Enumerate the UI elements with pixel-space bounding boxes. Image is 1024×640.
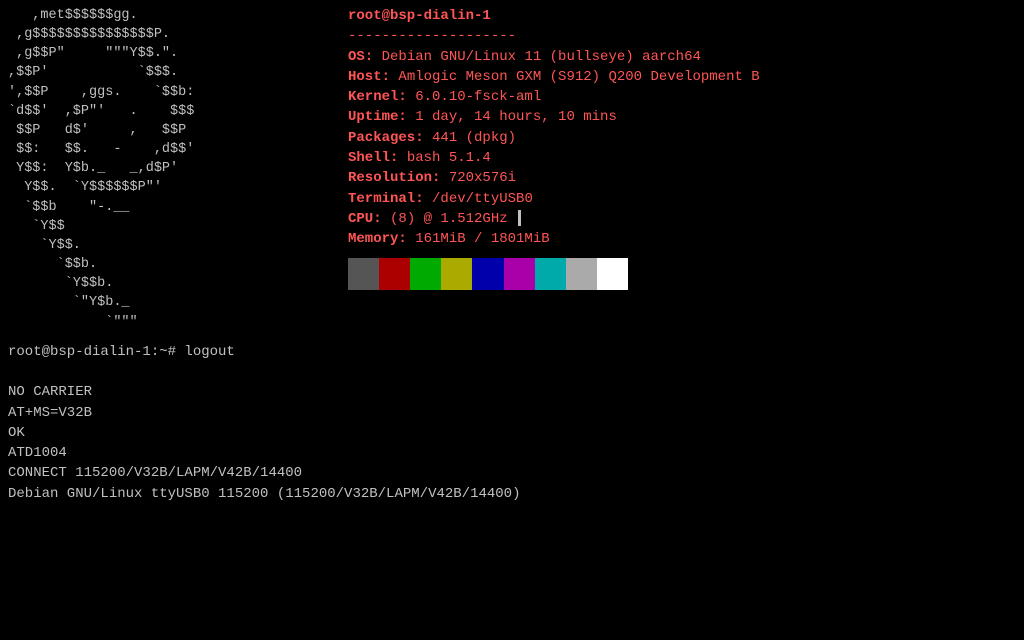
cpu-label: CPU: (348, 211, 382, 227)
uptime-label: Uptime: (348, 109, 407, 125)
terminal-value: /dev/ttyUSB0 (424, 191, 533, 207)
shell-value: bash 5.1.4 (398, 150, 490, 166)
terminal-output-line: ATD1004 (8, 443, 1016, 463)
color-swatch (441, 258, 472, 290)
packages-label: Packages: (348, 130, 424, 146)
color-bar (348, 258, 628, 290)
terminal-label: Terminal: (348, 191, 424, 207)
hostname: root@bsp-dialin-1 (348, 8, 491, 24)
terminal-output-line: root@bsp-dialin-1:~# logout (8, 342, 1016, 362)
bottom-section: root@bsp-dialin-1:~# logout NO CARRIERAT… (8, 342, 1016, 504)
host-value: Amlogic Meson GXM (S912) Q200 Developmen… (390, 69, 760, 85)
hostname-line: root@bsp-dialin-1 (348, 6, 760, 26)
color-swatch (566, 258, 597, 290)
terminal-output-line (8, 362, 1016, 382)
terminal-output-line: CONNECT 115200/V32B/LAPM/V42B/14400 (8, 463, 1016, 483)
separator-line: -------------------- (348, 26, 760, 46)
separator: -------------------- (348, 28, 516, 44)
resolution-line: Resolution: 720x576i (348, 168, 760, 188)
resolution-label: Resolution: (348, 170, 440, 186)
packages-value: 441 (dpkg) (424, 130, 516, 146)
terminal-output-line: Debian GNU/Linux ttyUSB0 115200 (115200/… (8, 484, 1016, 504)
ascii-art: ,met$$$$$$gg. ,g$$$$$$$$$$$$$$$P. ,g$$P"… (8, 4, 328, 332)
color-swatch (535, 258, 566, 290)
cpu-line: CPU: (8) @ 1.512GHz (348, 209, 760, 229)
terminal-output-line: NO CARRIER (8, 382, 1016, 402)
shell-label: Shell: (348, 150, 398, 166)
text-cursor (518, 210, 521, 226)
shell-line: Shell: bash 5.1.4 (348, 148, 760, 168)
os-value: Debian GNU/Linux 11 (bullseye) aarch64 (373, 49, 701, 65)
color-swatch (348, 258, 379, 290)
terminal-line: Terminal: /dev/ttyUSB0 (348, 189, 760, 209)
memory-value: 161MiB / 1801MiB (407, 231, 550, 247)
uptime-value: 1 day, 14 hours, 10 mins (407, 109, 617, 125)
color-swatch (504, 258, 535, 290)
memory-label: Memory: (348, 231, 407, 247)
resolution-value: 720x576i (440, 170, 516, 186)
kernel-value: 6.0.10-fsck-aml (407, 89, 541, 105)
terminal-window: ,met$$$$$$gg. ,g$$$$$$$$$$$$$$$P. ,g$$P"… (8, 4, 1016, 636)
kernel-label: Kernel: (348, 89, 407, 105)
memory-line: Memory: 161MiB / 1801MiB (348, 229, 760, 249)
color-swatch (379, 258, 410, 290)
terminal-output-line: OK (8, 423, 1016, 443)
color-swatch (472, 258, 503, 290)
top-section: ,met$$$$$$gg. ,g$$$$$$$$$$$$$$$P. ,g$$P"… (8, 4, 1016, 332)
uptime-line: Uptime: 1 day, 14 hours, 10 mins (348, 107, 760, 127)
cpu-value: (8) @ 1.512GHz (382, 211, 508, 227)
terminal-output-line: AT+MS=V32B (8, 403, 1016, 423)
color-swatch (410, 258, 441, 290)
packages-line: Packages: 441 (dpkg) (348, 128, 760, 148)
sysinfo-panel: root@bsp-dialin-1 -------------------- O… (328, 4, 760, 332)
color-swatch (597, 258, 628, 290)
host-label: Host: (348, 69, 390, 85)
os-line: OS: Debian GNU/Linux 11 (bullseye) aarch… (348, 47, 760, 67)
os-label: OS: (348, 49, 373, 65)
kernel-line: Kernel: 6.0.10-fsck-aml (348, 87, 760, 107)
host-line: Host: Amlogic Meson GXM (S912) Q200 Deve… (348, 67, 760, 87)
